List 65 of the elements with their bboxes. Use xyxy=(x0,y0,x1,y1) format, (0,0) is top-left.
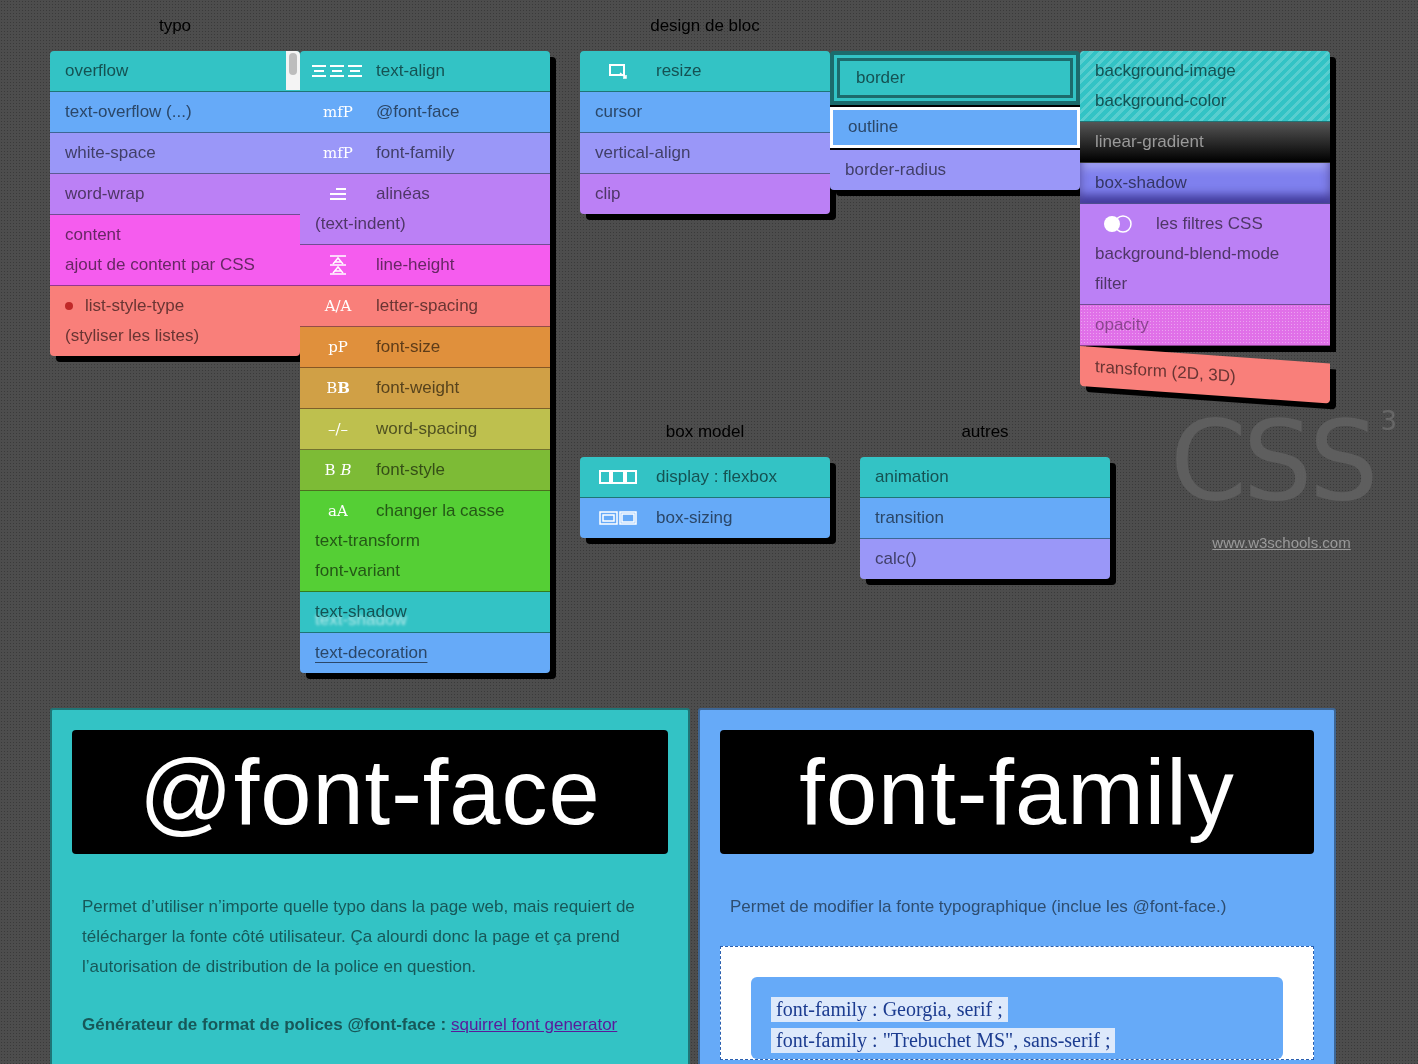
property-item[interactable]: border xyxy=(830,51,1080,105)
property-item[interactable]: text-overflow (...) xyxy=(50,92,300,133)
property-item[interactable]: line-height xyxy=(300,245,550,286)
property-item[interactable]: list-style-type (styliser les listes) xyxy=(50,286,300,356)
glyph-icon: mfP xyxy=(323,144,353,162)
property-item[interactable]: les filtres CSS background-blend-mode filter xyxy=(1080,204,1330,305)
overlapping-circles-icon xyxy=(1101,214,1135,234)
property-item[interactable]: pP font-size xyxy=(300,327,550,368)
property-item[interactable]: box-shadow xyxy=(1080,163,1330,204)
property-item[interactable]: mfP font-family xyxy=(300,133,550,174)
bullet-icon xyxy=(65,302,73,310)
description-text: Permet de modifier la fonte typographique (inclue les @font-face.) xyxy=(730,896,1228,918)
property-item[interactable]: word-wrap xyxy=(50,174,300,215)
website-link[interactable]: www.w3schools.com xyxy=(1212,534,1351,551)
glyph-icon: –/– xyxy=(327,420,349,438)
property-item[interactable]: animation xyxy=(860,457,1110,498)
glyph-icon: B B xyxy=(324,461,352,479)
property-item[interactable]: aA changer la casse text-transform font-variant xyxy=(300,491,550,592)
property-item[interactable]: white-space xyxy=(50,133,300,174)
property-item[interactable]: background-image background-color xyxy=(1080,51,1330,122)
property-item[interactable]: mfP @font-face xyxy=(300,92,550,133)
glyph-icon: mfP xyxy=(323,103,353,121)
generator-text: Générateur de format de polices @font-face : squirrel font generator xyxy=(82,1014,619,1036)
glyph-icon: aA xyxy=(328,502,348,520)
property-item[interactable]: clip xyxy=(580,174,830,214)
property-item[interactable]: outline xyxy=(830,107,1080,148)
property-item[interactable]: opacity xyxy=(1080,305,1330,346)
indent-lines-icon xyxy=(330,187,346,201)
description-text: Permet d’utiliser n’importe quelle typo dans la page web, mais requiert de télécharger la fonte côté utilisateur. Ça alourdi donc la page et ça prend l’autorisation de distribution de la police en question. xyxy=(82,896,636,978)
section-heading: design de bloc xyxy=(649,15,761,37)
property-item[interactable]: display : flexbox xyxy=(580,457,830,498)
title-banner: @font-face xyxy=(72,730,668,854)
property-item[interactable]: linear-gradient xyxy=(1080,122,1330,163)
resize-icon xyxy=(609,63,627,79)
section-heading: box model xyxy=(664,421,746,443)
property-item[interactable]: B B font-style xyxy=(300,450,550,491)
property-item[interactable]: alinéas (text-indent) xyxy=(300,174,550,245)
property-item[interactable]: text-align xyxy=(300,51,550,92)
property-item[interactable]: content ajout de content par CSS xyxy=(50,215,300,286)
property-item[interactable]: border-radius xyxy=(830,150,1080,190)
property-item[interactable]: overflow xyxy=(50,51,300,92)
property-item[interactable]: BB font-weight xyxy=(300,368,550,409)
flexbox-icon xyxy=(599,470,637,484)
scrollbar[interactable] xyxy=(286,51,300,90)
property-item[interactable]: cursor xyxy=(580,92,830,133)
property-item[interactable]: text-shadow xyxy=(300,592,550,633)
glyph-icon: pP xyxy=(328,338,348,356)
property-item[interactable]: box-sizing xyxy=(580,498,830,538)
property-item[interactable]: calc() xyxy=(860,539,1110,579)
property-item[interactable]: text-decoration xyxy=(300,633,550,673)
generator-link[interactable]: squirrel font generator xyxy=(450,1015,618,1034)
section-heading: autres xyxy=(960,421,1010,443)
property-item[interactable]: transition xyxy=(860,498,1110,539)
align-lines-icon xyxy=(312,64,364,78)
box-sizing-icon xyxy=(599,511,637,525)
glyph-icon: A/A xyxy=(324,297,352,315)
title-banner: font-family xyxy=(720,730,1314,854)
property-item[interactable]: resize xyxy=(580,51,830,92)
property-item[interactable]: vertical-align xyxy=(580,133,830,174)
property-item[interactable]: –/– word-spacing xyxy=(300,409,550,450)
property-item[interactable]: A/A letter-spacing xyxy=(300,286,550,327)
section-heading: typo xyxy=(157,15,193,37)
property-item[interactable]: transform (2D, 3D) xyxy=(1080,346,1330,404)
glyph-icon: BB xyxy=(326,379,350,397)
line-height-icon xyxy=(330,255,346,275)
